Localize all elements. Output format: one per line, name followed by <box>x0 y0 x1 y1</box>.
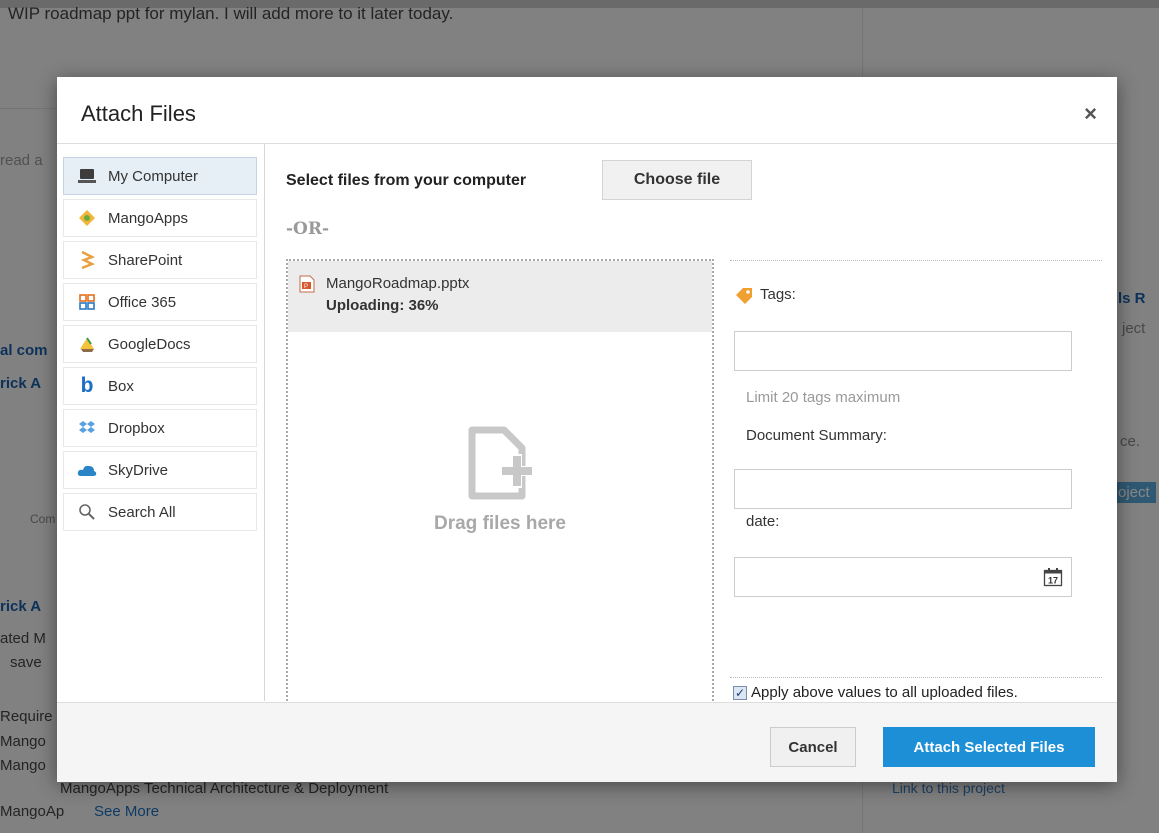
apply-all-checkbox[interactable]: ✓ <box>733 685 747 700</box>
panel-divider <box>730 677 1102 678</box>
source-googledocs[interactable]: GoogleDocs <box>63 325 257 363</box>
source-label: SharePoint <box>108 251 183 269</box>
document-summary-label: Document Summary: <box>746 427 887 444</box>
skydrive-icon <box>76 459 98 481</box>
tag-icon <box>736 288 752 304</box>
date-label: date: <box>746 513 780 530</box>
panel-divider <box>730 260 1102 261</box>
office365-icon <box>76 291 98 313</box>
source-label: GoogleDocs <box>108 335 191 353</box>
dialog-title: Attach Files <box>81 101 196 126</box>
sharepoint-icon <box>76 249 98 271</box>
drop-zone[interactable]: P MangoRoadmap.pptx Uploading: 36% Drag … <box>286 259 714 709</box>
source-office365[interactable]: Office 365 <box>63 283 257 321</box>
attach-selected-files-button[interactable]: Attach Selected Files <box>883 727 1095 767</box>
tags-label: Tags: <box>760 286 796 303</box>
dropbox-icon <box>76 417 98 439</box>
source-label: Search All <box>108 503 176 521</box>
source-my-computer[interactable]: My Computer <box>63 157 257 195</box>
source-label: Box <box>108 377 134 395</box>
source-label: My Computer <box>108 167 199 185</box>
search-icon <box>76 501 98 523</box>
dialog-footer: Cancel Attach Selected Files <box>57 702 1117 782</box>
document-summary-input[interactable] <box>734 469 1072 509</box>
apply-all-row[interactable]: ✓ Apply above values to all uploaded fil… <box>733 684 1018 701</box>
source-label: MangoApps <box>108 209 189 227</box>
tags-hint: Limit 20 tags maximum <box>746 389 901 406</box>
file-properties-panel: Tags: Limit 20 tags maximum Document Sum… <box>730 260 1102 710</box>
upload-area: Select files from your computer Choose f… <box>265 144 1117 709</box>
attach-files-dialog: Attach Files × My Computer MangoApps Sha… <box>57 77 1117 782</box>
svg-text:P: P <box>304 284 308 290</box>
file-name: MangoRoadmap.pptx <box>326 275 470 292</box>
box-icon: b <box>80 374 94 397</box>
mangoapps-icon <box>76 207 98 229</box>
source-sidebar: My Computer MangoApps SharePoint Office … <box>57 144 265 701</box>
source-search-all[interactable]: Search All <box>63 493 257 531</box>
source-box[interactable]: b Box <box>63 367 257 405</box>
source-skydrive[interactable]: SkyDrive <box>63 451 257 489</box>
calendar-icon[interactable]: 17 <box>1043 567 1063 587</box>
add-file-icon <box>468 426 534 500</box>
source-label: Office 365 <box>108 293 177 311</box>
source-mangoapps[interactable]: MangoApps <box>63 199 257 237</box>
source-dropbox[interactable]: Dropbox <box>63 409 257 447</box>
tags-input[interactable] <box>734 331 1072 371</box>
source-label: Dropbox <box>108 419 165 437</box>
date-input[interactable]: 17 <box>734 557 1072 597</box>
choose-file-button[interactable]: Choose file <box>602 160 752 200</box>
pptx-file-icon: P <box>299 275 315 293</box>
drag-files-label: Drag files here <box>434 513 566 534</box>
or-separator: -OR- <box>286 219 330 239</box>
cancel-button[interactable]: Cancel <box>770 727 856 767</box>
apply-all-label: Apply above values to all uploaded files… <box>751 684 1018 701</box>
upload-progress: Uploading: 36% <box>326 297 439 314</box>
source-sharepoint[interactable]: SharePoint <box>63 241 257 279</box>
select-files-label: Select files from your computer <box>286 172 527 189</box>
uploading-file-row[interactable]: P MangoRoadmap.pptx Uploading: 36% <box>288 261 712 332</box>
computer-icon <box>76 165 98 187</box>
calendar-day: 17 <box>1048 576 1058 586</box>
close-icon[interactable]: × <box>1084 101 1097 127</box>
source-label: SkyDrive <box>108 461 169 479</box>
googledocs-icon <box>76 333 98 355</box>
